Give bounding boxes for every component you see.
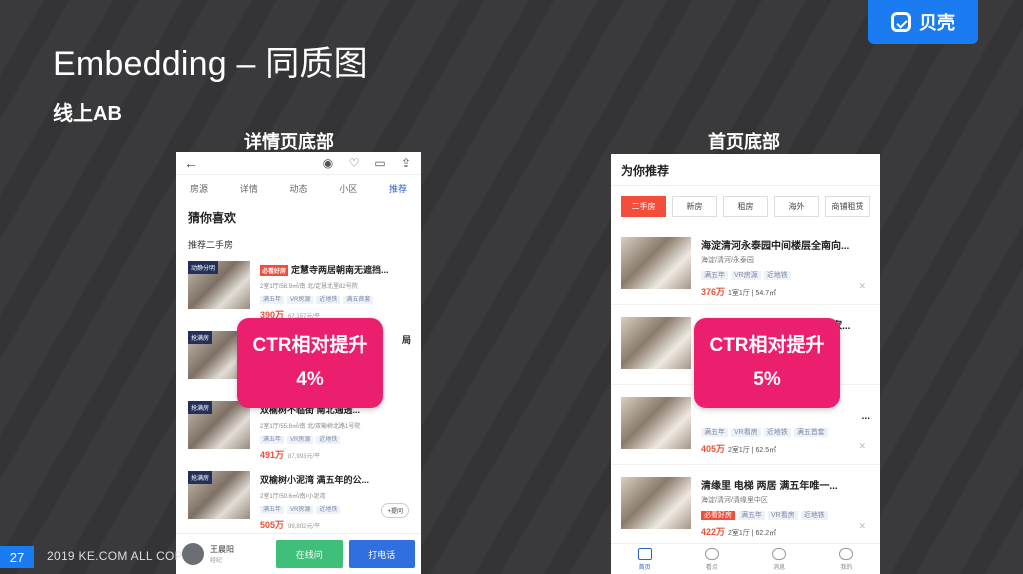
nav-home[interactable]: 首页 (611, 544, 678, 574)
copyright: 2019 KE.COM ALL COP (47, 549, 183, 563)
detail-topbar: ← ◉ ♡ ▭ ⇪ (176, 152, 421, 175)
section-heading: 猜你喜欢 (188, 211, 237, 225)
section-subheading: 推荐二手房 (188, 240, 234, 250)
section-heading: 为你推荐 (611, 154, 880, 186)
list-item[interactable]: 抢满房 双榆树小泥湾 满五年的公... 2室1厅/50.6㎡/南/小泥湾 满五年… (176, 465, 421, 535)
nav-profile[interactable]: 我的 (813, 544, 880, 574)
house-photo: 抢满房 (188, 471, 250, 519)
back-arrow-icon[interactable]: ← (184, 155, 198, 171)
caption-right: 首页底部 (708, 132, 780, 152)
discover-icon (704, 547, 719, 560)
ctr-value: 5% (753, 369, 781, 390)
house-photo (621, 317, 691, 369)
tab-details[interactable]: 详情 (240, 182, 258, 195)
list-item[interactable]: 海淀清河永泰园中间楼层全南向... 海淀/清河/永泰园 满五年 VR房源 近地铁 3… (611, 225, 880, 305)
listing-meta: 2室1厅/58.9㎡/南 北/定慧北里82号院 (260, 284, 358, 291)
ask-question-button[interactable]: +提问 (381, 503, 409, 518)
brand-logo: 贝壳 (868, 0, 978, 44)
house-photo: 抢满房 (188, 401, 250, 449)
share-icon[interactable]: ⇪ (399, 156, 413, 170)
tab-commercial[interactable]: 商铺租赁 (825, 196, 870, 217)
listing-tags: 满五年 VR看房 近地铁 满五首套 (701, 427, 870, 437)
message-icon[interactable]: ▭ (373, 156, 387, 170)
listing-title: 清缘里 电梯 两居 满五年唯一... (701, 481, 838, 492)
listing-tags: 必看好房 满五年 VR看房 近地铁 (701, 510, 870, 520)
listing-tags: 满五年 VR房源 近地铁 满五首套 (260, 294, 411, 305)
nav-messages[interactable]: 消息 (746, 544, 813, 574)
listing-price: 422万 2室1厅 | 62.2㎡ (701, 527, 777, 537)
page-number: 27 (0, 546, 34, 568)
ctr-label: CTR相对提升 (252, 335, 368, 356)
listing-title: 海淀清河永泰园中间楼层全南向... (701, 241, 850, 252)
ctr-badge-left: CTR相对提升 4% (237, 318, 383, 408)
ctr-value: 4% (296, 369, 324, 390)
bottom-nav: 首页 看点 消息 我的 (611, 543, 880, 574)
house-photo (621, 397, 691, 449)
listing-price: 405万 2室1厅 | 62.5㎡ (701, 444, 777, 454)
brand-name: 贝壳 (919, 13, 955, 33)
listing-price: 505万 99,802元/平 (260, 520, 321, 530)
house-photo (621, 477, 691, 529)
listing-title: 必看好房 定慧寺两居朝南无遮挡... (260, 265, 389, 277)
photo-tag: 抢满房 (188, 401, 213, 414)
listing-meta: 2室1厅/50.6㎡/南/小泥湾 (260, 494, 326, 500)
detail-tabs: 房源 详情 动态 小区 推荐 (176, 175, 421, 201)
online-ask-button[interactable]: 在线问 (276, 540, 343, 568)
list-item[interactable]: 动静分明 必看好房 定慧寺两居朝南无遮挡... 2室1厅/58.9㎡/南 北/定慧… (176, 255, 421, 325)
listing-title: ... (861, 411, 870, 422)
call-button[interactable]: 打电话 (348, 540, 415, 568)
tab-rent[interactable]: 租房 (723, 196, 768, 217)
listing-area: 海淀/清河/永泰园 (701, 257, 754, 264)
dismiss-icon[interactable]: ✕ (858, 281, 866, 292)
nav-discover[interactable]: 看点 (678, 544, 745, 574)
dismiss-icon[interactable]: ✕ (858, 441, 866, 452)
agent-info: 王晨阳 经纪 (210, 545, 234, 564)
list-item[interactable]: 清缘里 电梯 两居 满五年唯一... 海淀/清河/清缘里中区 必看好房 满五年 VR… (611, 465, 880, 545)
category-tabs: 二手房 新房 租房 海外 商铺租赁 (611, 186, 880, 225)
listing-tags: 满五年 VR房源 近地铁 (701, 270, 870, 280)
tab-news[interactable]: 动态 (289, 182, 307, 195)
tab-recommend[interactable]: 推荐 (389, 182, 407, 195)
avatar (182, 543, 204, 565)
tab-overseas[interactable]: 海外 (774, 196, 819, 217)
ctr-badge-right: CTR相对提升 5% (694, 318, 840, 408)
listing-price: 491万 87,993元/平 (260, 450, 321, 460)
tab-new-homes[interactable]: 新房 (672, 196, 717, 217)
hot-badge: 必看好房 (260, 265, 289, 277)
listing-title: 双榆树小泥湾 满五年的公... (260, 475, 370, 485)
slide-subtitle: 线上AB (53, 103, 122, 125)
tab-listing[interactable]: 房源 (190, 182, 208, 195)
home-icon (637, 547, 652, 560)
message-icon (772, 547, 787, 560)
photo-tag: 抢满房 (188, 331, 213, 344)
tab-second-hand[interactable]: 二手房 (621, 196, 666, 217)
slide-title: Embedding – 同质图 (53, 45, 368, 83)
listing-price: 376万 1室1厅 | 54.7㎡ (701, 287, 777, 297)
house-photo (621, 237, 691, 289)
tab-community[interactable]: 小区 (339, 182, 357, 195)
listing-tags: 满五年 VR房源 近地铁 (260, 434, 411, 444)
dismiss-icon[interactable]: ✕ (858, 521, 866, 532)
brand-icon (891, 12, 911, 32)
photo-tag: 抢满房 (188, 471, 213, 484)
vr-icon[interactable]: ◉ (321, 156, 335, 170)
profile-icon (839, 547, 854, 560)
house-photo: 动静分明 (188, 261, 250, 309)
listing-area: 海淀/清河/清缘里中区 (701, 497, 768, 504)
listing-meta: 2室1厅/55.8㎡/南 北/双榆树北路1号院 (260, 424, 361, 430)
heart-icon[interactable]: ♡ (347, 156, 361, 170)
caption-left: 详情页底部 (244, 132, 334, 152)
agent-contact-bar: 王晨阳 经纪 在线问 打电话 (176, 533, 421, 574)
photo-tag: 动静分明 (188, 261, 219, 274)
ctr-label: CTR相对提升 (709, 335, 825, 356)
